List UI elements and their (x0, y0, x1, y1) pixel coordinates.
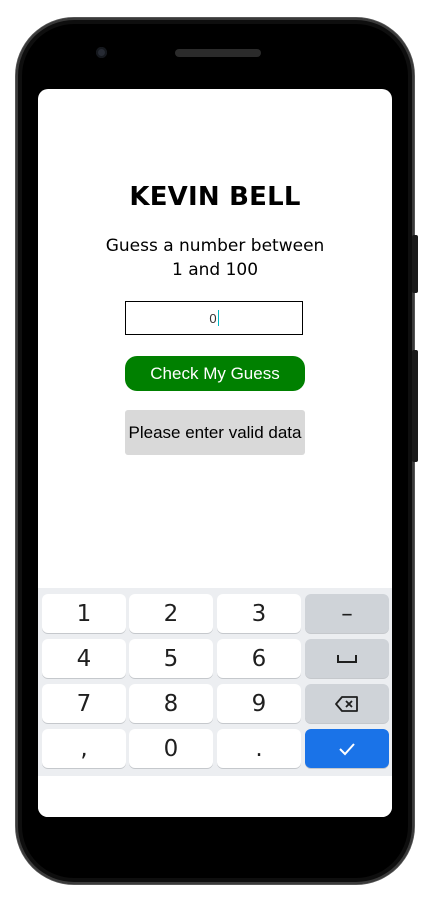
guess-input[interactable]: 0 (125, 301, 303, 335)
check-icon (339, 742, 355, 755)
key-3[interactable]: 3 (217, 594, 301, 633)
front-camera-icon (96, 47, 107, 58)
guess-input-value: 0 (209, 310, 217, 326)
key-7[interactable]: 7 (42, 684, 126, 723)
numeric-keyboard: 1 2 3 – 4 5 6 7 8 9 , 0 . (38, 588, 392, 776)
app-title: KEVIN BELL (129, 182, 301, 212)
comma-key[interactable]: , (42, 729, 126, 768)
power-button (412, 235, 418, 293)
minus-key[interactable]: – (305, 594, 389, 633)
done-key[interactable] (305, 729, 389, 768)
key-8[interactable]: 8 (129, 684, 213, 723)
backspace-key[interactable] (305, 684, 389, 723)
key-2[interactable]: 2 (129, 594, 213, 633)
navigation-bar (38, 776, 392, 817)
key-4[interactable]: 4 (42, 639, 126, 678)
key-0[interactable]: 0 (129, 729, 213, 768)
text-caret (217, 310, 219, 326)
earpiece-speaker (175, 49, 261, 57)
space-key[interactable] (305, 639, 389, 678)
minus-icon: – (341, 600, 353, 627)
validation-message: Please enter valid data (125, 410, 305, 455)
guess-prompt: Guess a number between 1 and 100 (105, 236, 325, 280)
app-screen: KEVIN BELL Guess a number between 1 and … (38, 89, 392, 817)
space-icon (337, 654, 357, 663)
key-9[interactable]: 9 (217, 684, 301, 723)
volume-button (412, 350, 418, 462)
backspace-icon (335, 695, 358, 712)
key-1[interactable]: 1 (42, 594, 126, 633)
key-5[interactable]: 5 (129, 639, 213, 678)
check-guess-button[interactable]: Check My Guess (125, 356, 305, 391)
period-key[interactable]: . (217, 729, 301, 768)
key-6[interactable]: 6 (217, 639, 301, 678)
